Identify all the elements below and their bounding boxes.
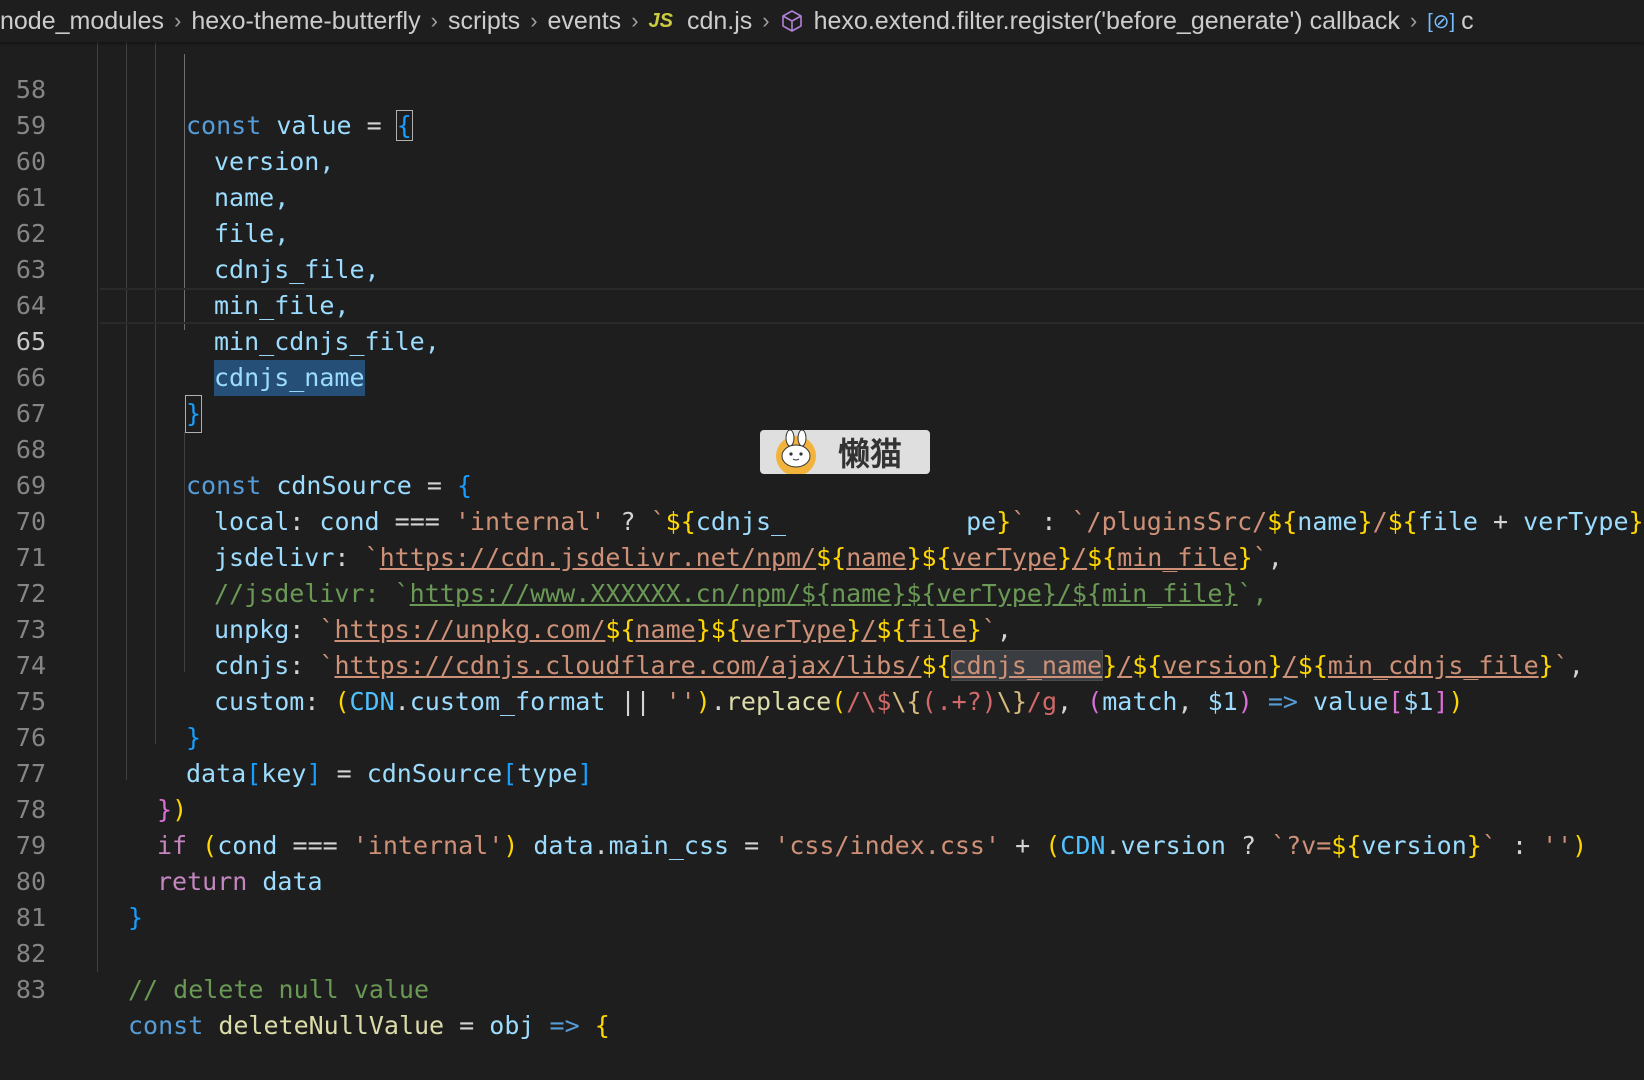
code-line: 66 } (0, 324, 1644, 433)
code-line: 64 min_cdnjs_file, (0, 252, 1644, 356)
breadcrumb-item-symbol[interactable]: hexo.extend.filter.register('before_gene… (780, 7, 1400, 36)
breadcrumb-item-scripts[interactable]: scripts (448, 7, 520, 36)
code-line: 79 return data (0, 792, 1644, 896)
code-line: 63 min_file, (0, 216, 1644, 320)
code-line: 75 } (0, 648, 1644, 752)
chevron-right-icon: › (631, 8, 639, 33)
code-line: 81 (0, 864, 1644, 932)
reference-icon: [⊘] (1427, 10, 1456, 33)
rabbit-mascot-icon (776, 430, 816, 474)
breadcrumb-label: cdn.js (686, 6, 753, 35)
code-line: 71 //jsdelivr: `https://www.XXXXXX.cn/np… (0, 504, 1644, 608)
breadcrumb-item-events[interactable]: events (548, 7, 622, 36)
code-line: 72 unpkg: `https://unpkg.com/${name}${ve… (0, 540, 1644, 644)
code-line: 82 // delete null value (0, 900, 1644, 1004)
code-line: 73 cdnjs: `https://cdnjs.cloudflare.com/… (0, 576, 1644, 681)
chevron-right-icon: › (174, 8, 182, 33)
breadcrumb-item-file[interactable]: JS cdn.js (649, 7, 753, 36)
breadcrumb-label: events (547, 6, 622, 35)
code-line: 74 custom: (CDN.custom_format || '').rep… (0, 612, 1644, 716)
breadcrumb-label: node_modules (0, 6, 165, 35)
breadcrumb-item-theme[interactable]: hexo-theme-butterfly (191, 7, 420, 36)
code-line: 67 (0, 360, 1644, 428)
code-line: 62 cdnjs_file, (0, 180, 1644, 284)
breadcrumb: node_modules › hexo-theme-butterfly › sc… (0, 0, 1644, 42)
code-line: 78 if (cond === 'internal') data.main_cs… (0, 756, 1644, 860)
breadcrumb-label: hexo-theme-butterfly (191, 6, 421, 35)
code-line: 80 } (0, 828, 1644, 932)
chevron-right-icon: › (530, 8, 538, 33)
breadcrumb-label: scripts (447, 6, 521, 35)
code-line: 83 const deleteNullValue = obj => { (0, 936, 1644, 1040)
javascript-file-icon: JS (648, 9, 673, 32)
chevron-right-icon: › (1409, 8, 1418, 33)
line-number: 83 (15, 975, 46, 1004)
breadcrumb-item-node-modules[interactable]: node_modules (0, 7, 164, 36)
breadcrumb-item-reference[interactable]: [⊘] c (1427, 7, 1473, 36)
code-line: 68 const cdnSource = { (0, 396, 1644, 500)
watermark-text: 懒猫 (838, 435, 903, 473)
chevron-right-icon: › (430, 8, 438, 33)
cube-icon (781, 10, 802, 32)
code-editor[interactable]: 58 const value = { 59 version, 60 name, … (0, 36, 1644, 1040)
code-line: 60 name, (0, 108, 1644, 212)
code-line-current: 65 cdnjs_name (0, 288, 1644, 396)
breadcrumb-label: c (1461, 6, 1474, 35)
watermark: 懒猫 (760, 430, 930, 474)
code-line: 77 }) (0, 720, 1644, 824)
code-line: 59 version, (0, 72, 1644, 176)
breadcrumb-label: hexo.extend.filter.register('before_gene… (813, 6, 1400, 35)
code-line: 61 file, (0, 144, 1644, 248)
code-line: 76 data[key] = cdnSource[type] (0, 684, 1644, 788)
chevron-right-icon: › (762, 8, 770, 33)
